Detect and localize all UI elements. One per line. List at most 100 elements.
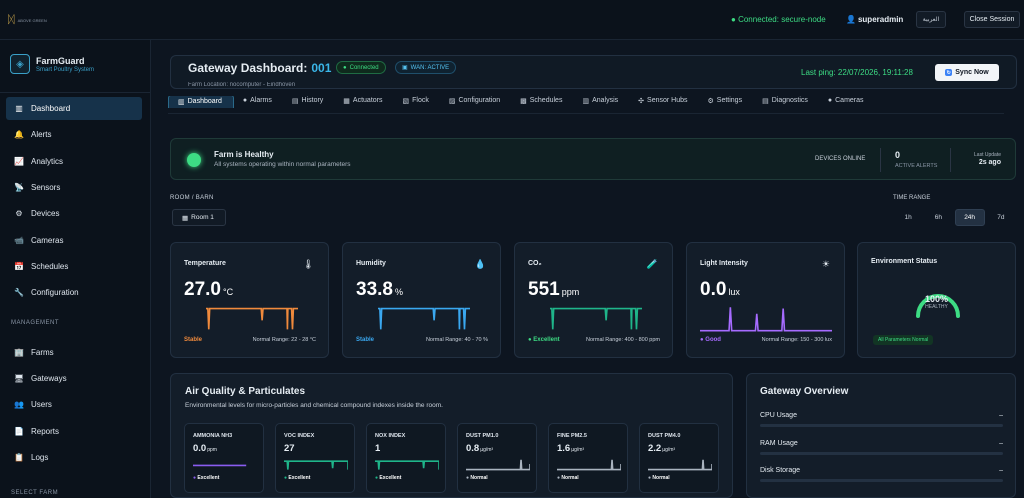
card-title: Light Intensity (700, 260, 748, 267)
tab-analysis[interactable]: ▥ Analysis (573, 96, 629, 108)
tab-dashboard[interactable]: ▥ Dashboard (168, 96, 234, 108)
gateway-icon: 🖥 (14, 374, 25, 384)
report-icon: 📄 (14, 426, 24, 436)
metric-value-number: 0.8 (466, 443, 480, 454)
time-range-6h[interactable]: 6h (924, 209, 952, 226)
history-icon: ▤ (291, 98, 299, 105)
metric-value: 0.0ppm (193, 443, 217, 454)
card-normal-range: Normal Range: 150 - 300 lux (761, 337, 832, 343)
card-status: ● Good (700, 337, 721, 343)
air-quality-title: Air Quality & Particulates (185, 386, 306, 397)
tab-diagnostics[interactable]: ▤ Diagnostics (753, 96, 819, 108)
metric-sparkline (284, 460, 348, 470)
sidebar: ◈ FarmGuard Smart Poultry System ▥ Dashbo… (0, 40, 151, 498)
tab-sensor-hubs[interactable]: ✣ Sensor Hubs (629, 96, 698, 108)
analysis-icon: ▥ (582, 98, 590, 105)
room-selector[interactable]: ▦ Room 1 (172, 209, 226, 226)
tab-schedules[interactable]: ▩ Schedules (511, 96, 573, 108)
time-range-1h[interactable]: 1h (894, 209, 922, 226)
card-sparkline (378, 307, 470, 330)
sensor-card-humidity: Humidity 💧 33.8% Stable Normal Range: 40 - 7… (342, 242, 501, 358)
sidebar-item-reports[interactable]: 📄 Reports (6, 420, 142, 443)
tab-label: Alarms (250, 97, 272, 104)
gateway-metric-value: – (999, 439, 1003, 447)
sidebar-item-analytics[interactable]: 📈 Analytics (6, 150, 142, 173)
sidebar-item-logs[interactable]: 📋 Logs (6, 446, 142, 469)
gateway-metric-value: – (999, 467, 1003, 474)
last-update-label: Last Update (974, 152, 1001, 158)
card-sparkline (550, 307, 642, 330)
tab-configuration[interactable]: ▨ Configuration (440, 96, 511, 108)
metric-status-text: Excellent (288, 475, 311, 481)
card-value: 27.0 °C (184, 279, 233, 301)
wan-pill-label: WAN: ACTIVE (410, 64, 450, 71)
camera-icon: ● (827, 97, 833, 104)
wan-icon: ▣ (402, 65, 408, 71)
sidebar-item-devices[interactable]: ⚙ Devices (6, 202, 142, 225)
metric-status: ● Normal (557, 475, 579, 481)
divider (950, 148, 951, 172)
card-value-number: 27.0 (184, 279, 221, 300)
tab-label: Dashboard (187, 98, 222, 105)
sidebar-item-schedules[interactable]: 📅 Schedules (6, 255, 142, 278)
sidebar-item-configuration[interactable]: 🔧 Configuration (6, 281, 142, 304)
sync-now-button[interactable]: ↻ Sync Now (935, 64, 999, 81)
sidebar-item-cameras[interactable]: 📹 Cameras (6, 229, 142, 252)
metric-value-number: 1 (375, 443, 381, 454)
metric-sparkline (466, 459, 530, 471)
gear-icon: ⚙ (15, 209, 23, 219)
chart-icon: ▥ (178, 99, 185, 106)
sparkline-line (700, 307, 832, 332)
sensor-card-temperature: Temperature 🌡 27.0 °C Stable Normal Range: 22… (170, 242, 329, 358)
card-status-text: Stable (184, 337, 203, 343)
thermometer-icon: 🌡 (302, 259, 314, 269)
card-normal-range: Normal Range: 22 - 28 °C (252, 337, 316, 343)
environment-percent: 100% (924, 294, 949, 304)
air-quality-subtitle: Environmental levels for micro-particles… (185, 402, 443, 409)
sync-icon: ↻ (945, 69, 953, 76)
gateway-metric-label: RAM Usage (760, 439, 798, 447)
sidebar-item-farms[interactable]: 🏢 Farms (6, 341, 142, 364)
time-range-24h[interactable]: 24h (954, 209, 985, 226)
time-range-7d[interactable]: 7d (987, 209, 1015, 226)
tab-history[interactable]: ▤ History (283, 96, 334, 108)
logo-text: ABOVE GREEN (17, 17, 47, 23)
sidebar-item-label: Analytics (31, 156, 64, 166)
all-normal-badge: All Parameters Normal (873, 335, 934, 345)
gateway-metric-label: Disk Storage (760, 467, 801, 474)
config-icon: ▨ (448, 98, 456, 105)
sidebar-item-users[interactable]: 👥 Users (6, 393, 142, 416)
tab-flock[interactable]: ▧ Flock (394, 96, 440, 108)
calendar-icon: 📅 (14, 261, 24, 271)
sidebar-item-label: Reports (31, 426, 60, 436)
users-icon: 👥 (14, 400, 24, 410)
sidebar-item-label: Users (31, 400, 52, 410)
flock-icon: ▧ (402, 98, 410, 105)
logo-mark-icon: ᛞ (8, 14, 15, 26)
gateway-title: Gateway Dashboard: 001 (188, 61, 331, 75)
card-value-unit: % (394, 287, 403, 297)
user-menu[interactable]: 👤 superadmin (846, 15, 903, 24)
card-status: Stable (184, 337, 202, 343)
sparkline-line (206, 307, 298, 330)
language-button[interactable]: العربية (916, 11, 946, 28)
tab-label: Schedules (529, 97, 563, 104)
gateway-header: Gateway Dashboard: 001 ● Connected ▣ WAN: A… (170, 55, 1017, 89)
brand-name: FarmGuard (36, 55, 85, 66)
sidebar-item-gateways[interactable]: 🖥 Gateways (6, 367, 142, 390)
close-session-button[interactable]: Close Session (964, 11, 1020, 28)
tab-actuators[interactable]: ▦ Actuators (334, 96, 393, 108)
metric-status-text: Excellent (197, 475, 220, 481)
tab-settings[interactable]: ⚙ Settings (699, 96, 754, 108)
metric-value: 27 (284, 443, 296, 454)
tab-alarms[interactable]: ● Alarms (234, 96, 283, 108)
hub-icon: ✣ (638, 98, 645, 105)
tab-label: Configuration (458, 97, 501, 104)
sidebar-item-sensors[interactable]: 📡 Sensors (6, 176, 142, 199)
sidebar-item-alerts[interactable]: 🔔 Alerts (6, 123, 142, 146)
sidebar-item-dashboard[interactable]: ▥ Dashboard (6, 97, 142, 120)
tab-cameras[interactable]: ● Cameras (819, 96, 875, 108)
gateway-title-text: Gateway Dashboard: (188, 61, 308, 75)
sidebar-item-label: Sensors (31, 182, 61, 192)
time-range-selector: 1h 6h 24h 7d (893, 208, 1016, 227)
